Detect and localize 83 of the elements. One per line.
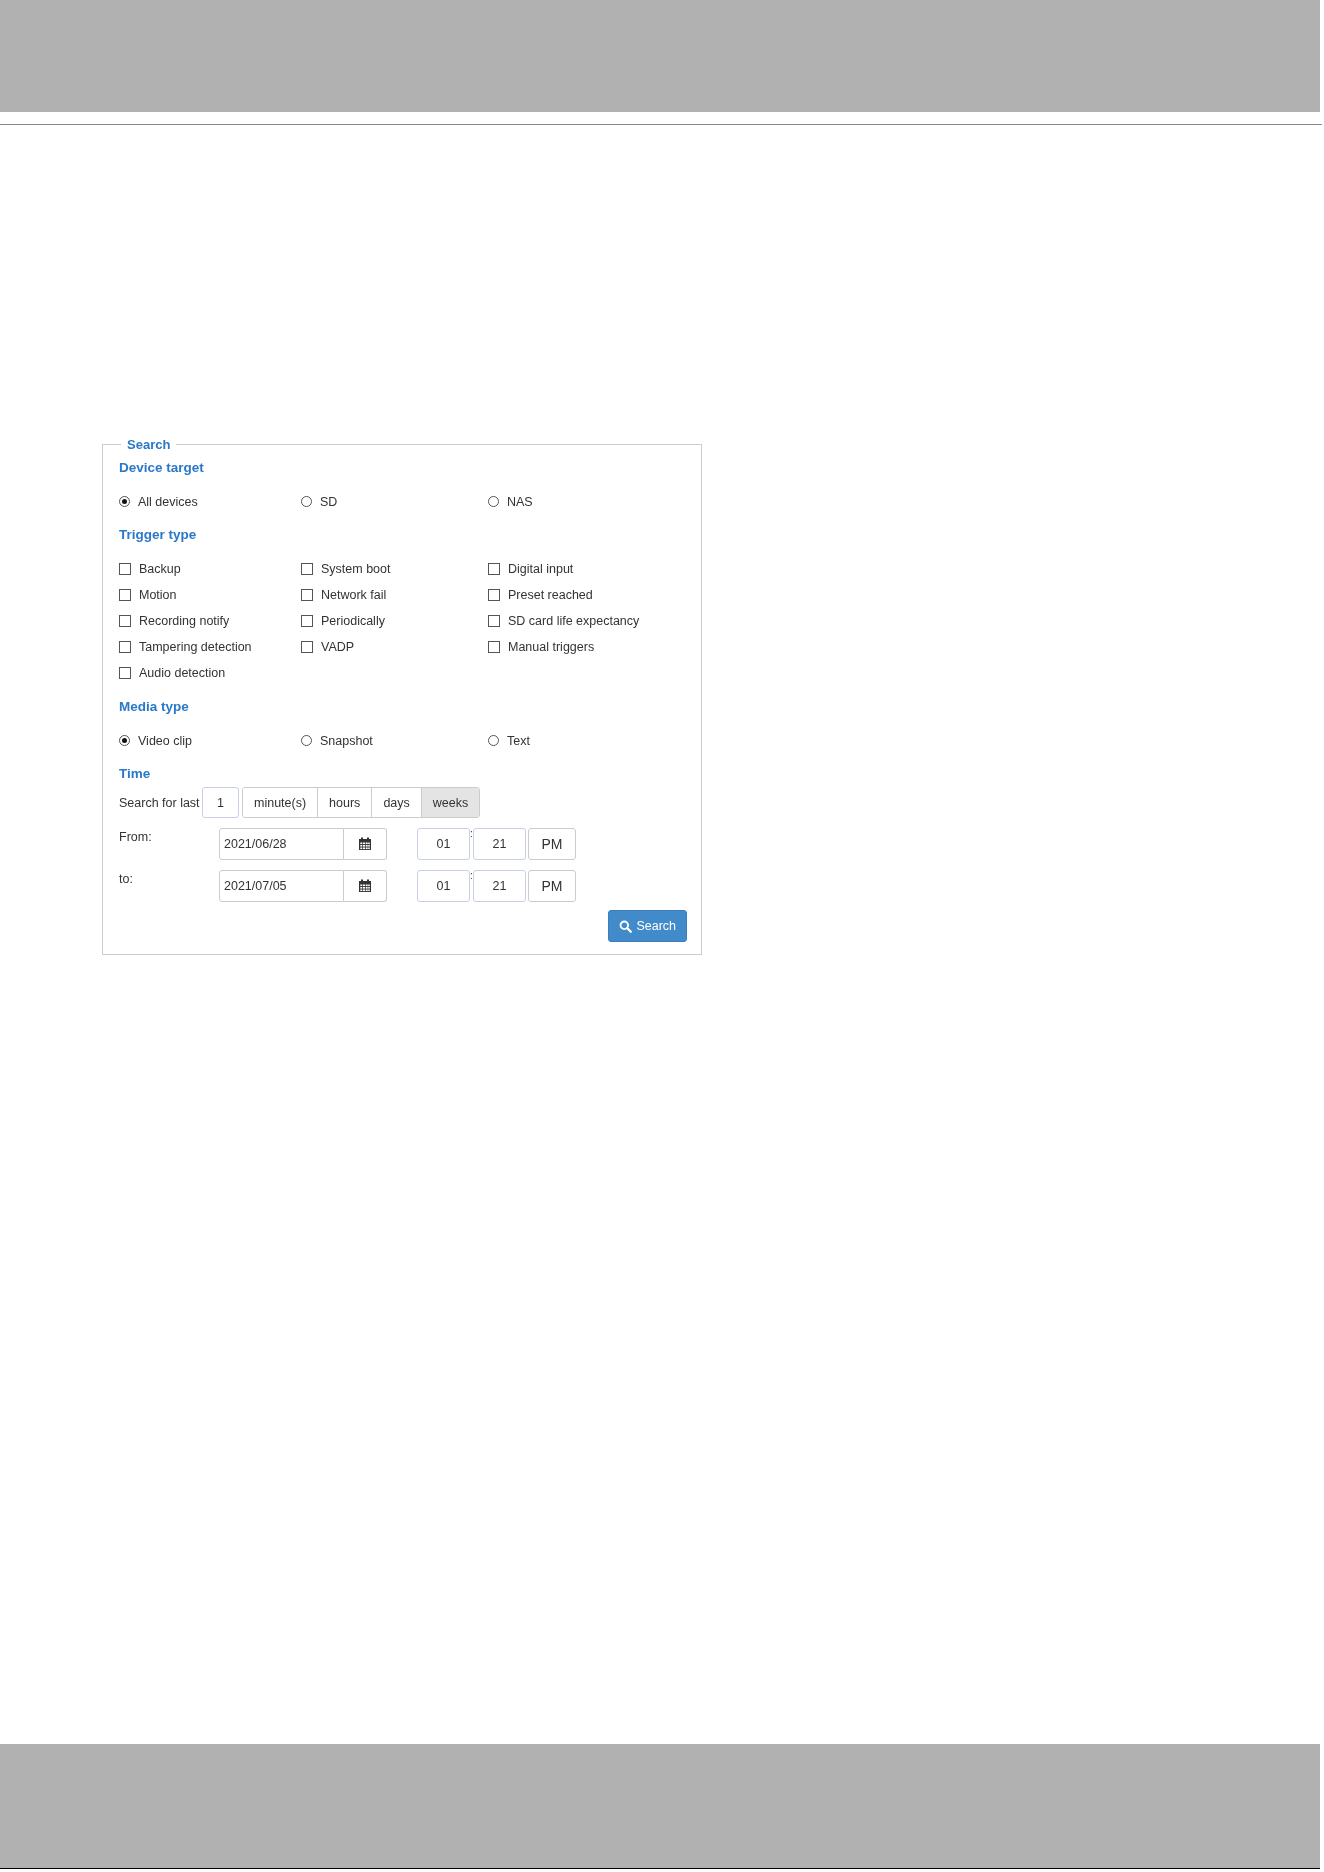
option-label: Text [507, 733, 530, 748]
checkbox[interactable] [119, 640, 131, 653]
radio-button[interactable] [119, 735, 130, 746]
option-label: Backup [139, 561, 181, 576]
radio-button[interactable] [301, 496, 312, 507]
radio-option[interactable]: Video clip [119, 732, 301, 749]
hour-field[interactable]: 01 [417, 828, 470, 860]
amount-field[interactable]: 1 [202, 787, 239, 818]
checkbox-option[interactable]: VADP [301, 638, 488, 655]
checkbox-option[interactable]: SD card life expectancy [488, 612, 687, 629]
option-label: SD card life expectancy [508, 613, 640, 628]
option-label: Network fail [321, 587, 387, 602]
radio-option[interactable]: Text [488, 732, 687, 749]
date-field[interactable]: 2021/07/05 [219, 870, 344, 902]
option-label: Preset reached [508, 587, 593, 602]
checkbox-option[interactable]: Preset reached [488, 586, 687, 603]
checkbox[interactable] [301, 588, 313, 601]
radio-option[interactable]: NAS [488, 493, 687, 510]
ampm-button[interactable]: PM [528, 828, 576, 860]
section-heading: Device target [119, 460, 205, 475]
search-for-last-label: Search for last [119, 795, 199, 810]
option-label: Manual triggers [508, 639, 595, 654]
checkbox-option[interactable]: Network fail [301, 586, 488, 603]
option-label: Periodically [321, 613, 385, 628]
range-label: to: [119, 871, 134, 886]
checkbox-option[interactable]: Digital input [488, 560, 687, 577]
checkbox[interactable] [301, 562, 313, 575]
time-separator: : [470, 828, 473, 839]
checkbox[interactable] [488, 640, 500, 653]
checkbox[interactable] [301, 640, 313, 653]
checkbox[interactable] [488, 588, 500, 601]
checkbox-option[interactable]: Periodically [301, 612, 488, 629]
option-label: Video clip [138, 733, 192, 748]
checkbox[interactable] [301, 614, 313, 627]
minute-field[interactable]: 21 [473, 870, 526, 902]
section-heading: Time [119, 766, 152, 781]
calendar-icon [358, 837, 372, 851]
checkbox[interactable] [119, 588, 131, 601]
radio-button[interactable] [488, 496, 499, 507]
calendar-button[interactable] [344, 870, 387, 902]
option-label: Audio detection [139, 665, 226, 680]
radio-button[interactable] [301, 735, 312, 746]
option-label: System boot [321, 561, 391, 576]
unit-button[interactable]: weeks [420, 788, 480, 817]
checkbox[interactable] [488, 562, 500, 575]
checkbox-option[interactable]: System boot [301, 560, 488, 577]
search-icon [619, 919, 633, 933]
search-button[interactable]: Search [608, 910, 687, 942]
checkbox-option[interactable]: Audio detection [119, 664, 301, 681]
time-separator: : [470, 870, 473, 881]
calendar-button[interactable] [344, 828, 387, 860]
radio-button[interactable] [488, 735, 499, 746]
calendar-icon [358, 879, 372, 893]
option-label: SD [320, 494, 338, 509]
option-label: VADP [321, 639, 355, 654]
option-label: Motion [139, 587, 177, 602]
date-field[interactable]: 2021/06/28 [219, 828, 344, 860]
checkbox-option[interactable]: Tampering detection [119, 638, 301, 655]
option-label: Digital input [508, 561, 574, 576]
checkbox-option[interactable]: Motion [119, 586, 301, 603]
checkbox[interactable] [119, 562, 131, 575]
section-heading: Media type [119, 699, 190, 714]
radio-button[interactable] [119, 496, 130, 507]
checkbox-option[interactable]: Backup [119, 560, 301, 577]
radio-option[interactable]: SD [301, 493, 488, 510]
option-label: NAS [507, 494, 533, 509]
panel-legend: Search [121, 437, 177, 452]
option-label: Snapshot [320, 733, 373, 748]
option-label: All devices [138, 494, 198, 509]
minute-field[interactable]: 21 [473, 828, 526, 860]
checkbox[interactable] [119, 666, 131, 679]
radio-option[interactable]: All devices [119, 493, 301, 510]
checkbox-option[interactable]: Manual triggers [488, 638, 687, 655]
option-label: Recording notify [139, 613, 230, 628]
range-label: From: [119, 829, 153, 844]
ampm-button[interactable]: PM [528, 870, 576, 902]
section-heading: Trigger type [119, 527, 198, 542]
radio-option[interactable]: Snapshot [301, 732, 488, 749]
checkbox[interactable] [119, 614, 131, 627]
hour-field[interactable]: 01 [417, 870, 470, 902]
checkbox-option[interactable]: Recording notify [119, 612, 301, 629]
option-label: Tampering detection [139, 639, 252, 654]
checkbox[interactable] [488, 614, 500, 627]
